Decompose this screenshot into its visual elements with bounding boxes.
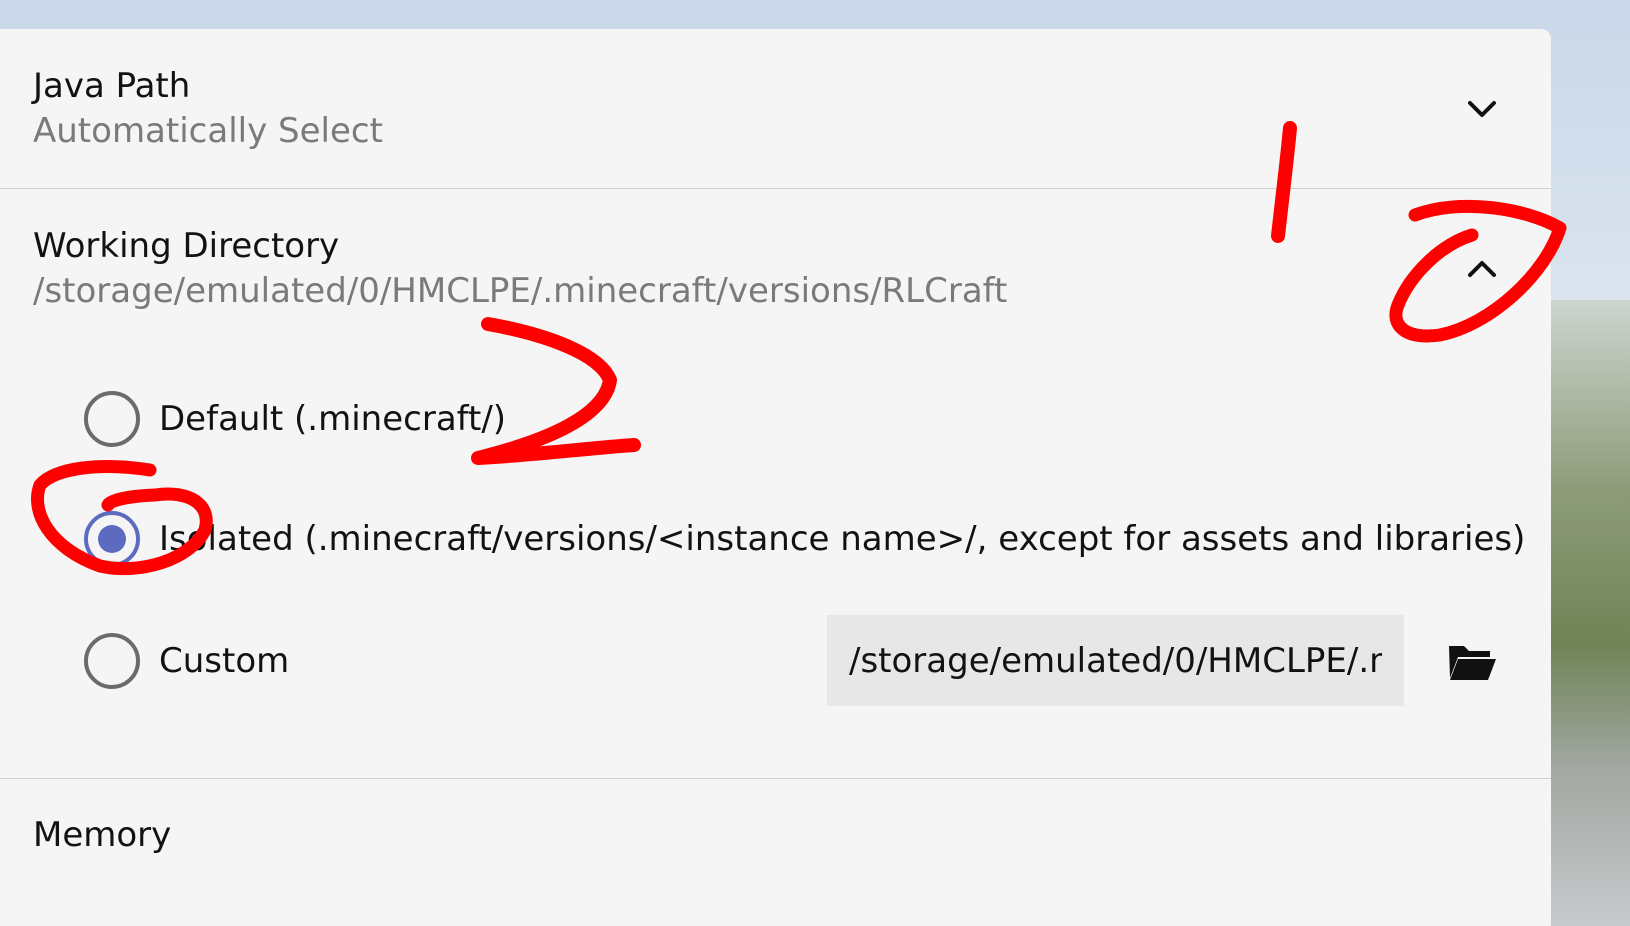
custom-path-input[interactable] [827,615,1404,706]
background-scenery [1550,300,1630,926]
working-directory-header[interactable]: Working Directory /storage/emulated/0/HM… [0,189,1551,349]
java-path-title: Java Path [33,66,191,106]
radio-custom[interactable] [84,633,140,689]
radio-option-label: Default (.minecraft/) [159,399,507,439]
radio-option-custom[interactable]: Custom [84,631,289,691]
radio-default[interactable] [84,391,140,447]
working-directory-value: /storage/emulated/0/HMCLPE/.minecraft/ve… [33,271,1008,311]
memory-row[interactable]: Memory [0,779,1551,926]
radio-isolated[interactable] [84,511,140,567]
java-path-row[interactable]: Java Path Automatically Select [0,29,1551,188]
radio-option-default[interactable]: Default (.minecraft/) [84,389,506,449]
java-path-value: Automatically Select [33,111,383,151]
radio-option-label: Custom [159,641,290,681]
chevron-down-icon[interactable] [1462,89,1502,129]
radio-option-label: Isolated (.minecraft/versions/<instance … [159,519,1526,559]
folder-open-icon[interactable] [1446,640,1498,684]
memory-title: Memory [33,815,172,855]
chevron-up-icon[interactable] [1462,249,1502,289]
working-directory-title: Working Directory [33,226,340,266]
settings-panel: Java Path Automatically Select Working D… [0,29,1551,926]
radio-option-isolated[interactable]: Isolated (.minecraft/versions/<instance … [84,509,1525,569]
